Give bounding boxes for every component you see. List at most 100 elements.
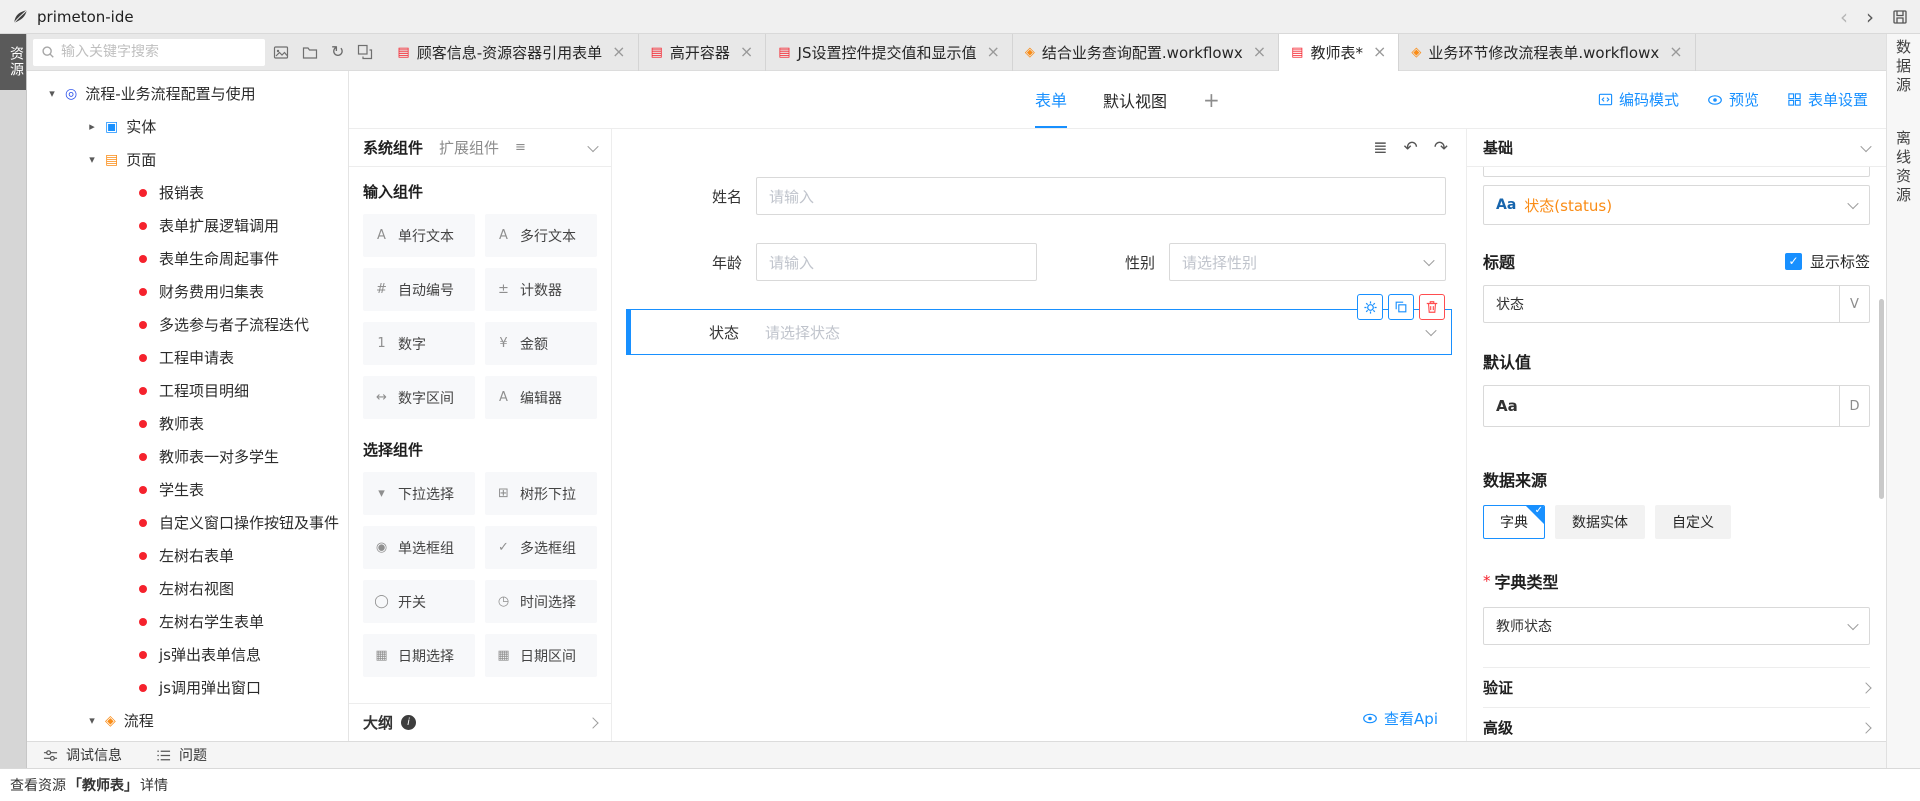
file-tab[interactable]: ◈ 业务环节修改流程表单.workflowx × <box>1399 34 1695 71</box>
palette-item-multi-line-text[interactable]: A多行文本 <box>485 214 597 257</box>
outline-section[interactable]: 大纲 i <box>349 703 611 741</box>
tree-item[interactable]: 左树右学生表单 <box>27 605 348 638</box>
save-icon[interactable] <box>1892 9 1908 25</box>
tree-item[interactable]: 教师表一对多学生 <box>27 440 348 473</box>
caret-right-icon[interactable]: ▸ <box>85 120 99 133</box>
dock-tab-resources[interactable]: 资源 <box>0 34 26 90</box>
file-tab[interactable]: ▤ 高开容器 × <box>639 34 767 71</box>
tree-item[interactable]: 表单生命周起事件 <box>27 242 348 275</box>
caret-down-icon[interactable]: ▾ <box>85 153 99 166</box>
file-tab-active[interactable]: ▤ 教师表* × <box>1279 34 1399 71</box>
palette-tab-system[interactable]: 系统组件 <box>363 137 423 158</box>
form-settings-button[interactable]: 表单设置 <box>1787 89 1868 110</box>
tree-item[interactable]: 多选参与者子流程迭代 <box>27 308 348 341</box>
palette-item-number[interactable]: 1数字 <box>363 322 475 365</box>
palette-item-time-picker[interactable]: ◷时间选择 <box>485 580 597 623</box>
datasource-entity-button[interactable]: 数据实体 <box>1555 505 1645 539</box>
gender-select-widget[interactable]: 请选择性别 <box>1169 243 1446 281</box>
view-api-link[interactable]: 查看Api <box>1362 708 1438 729</box>
palette-item-dropdown[interactable]: ▾下拉选择 <box>363 472 475 515</box>
palette-item-date-range[interactable]: ▦日期区间 <box>485 634 597 677</box>
tab-default-view[interactable]: 默认视图 <box>1103 71 1167 128</box>
redo-icon[interactable]: ↷ <box>1434 138 1448 158</box>
tree-group-pages[interactable]: ▾ ▤ 页面 <box>27 143 348 176</box>
tree-item[interactable]: 教师表 <box>27 407 348 440</box>
file-tab[interactable]: ◈ 结合业务查询配置.workflowx × <box>1013 34 1279 71</box>
close-icon[interactable]: × <box>987 44 1000 60</box>
tree-item[interactable]: 表单扩展逻辑调用 <box>27 209 348 242</box>
dock-tab-datasource[interactable]: 数据源 <box>1893 39 1914 96</box>
undo-icon[interactable]: ↶ <box>1404 138 1418 158</box>
tab-form[interactable]: 表单 <box>1035 71 1067 128</box>
widget-copy-button[interactable] <box>1388 294 1414 320</box>
advanced-section-header[interactable]: 高级 <box>1483 707 1870 741</box>
search-input[interactable] <box>61 44 257 60</box>
tree-item[interactable]: 学生表 <box>27 473 348 506</box>
file-tab[interactable]: ▤ 顾客信息-资源容器引用表单 × <box>385 34 638 71</box>
variable-bind-button[interactable]: V <box>1839 286 1869 322</box>
basic-section-header[interactable]: 基础 <box>1467 129 1886 167</box>
tree-item[interactable]: 工程项目明细 <box>27 374 348 407</box>
close-icon[interactable]: × <box>1253 44 1266 60</box>
datasource-dict-button[interactable]: 字典 ✓ <box>1483 505 1545 539</box>
nav-forward-icon[interactable]: › <box>1866 7 1874 27</box>
tree-item[interactable]: 财务费用归集表 <box>27 275 348 308</box>
tree-item[interactable]: js弹出表单信息 <box>27 638 348 671</box>
palette-item-switch[interactable]: ◯开关 <box>363 580 475 623</box>
datasource-custom-button[interactable]: 自定义 <box>1655 505 1731 539</box>
tree-item[interactable]: 左树右表单 <box>27 539 348 572</box>
selected-status-widget[interactable]: 状态 请选择状态 <box>626 309 1452 355</box>
scrollbar-thumb[interactable] <box>1879 299 1884 499</box>
code-mode-button[interactable]: 编码模式 <box>1598 89 1679 110</box>
tree-item[interactable]: 工程申请表 <box>27 341 348 374</box>
add-view-button[interactable]: + <box>1203 71 1220 128</box>
close-icon[interactable]: × <box>612 44 625 60</box>
field-selector[interactable]: Aa 状态(status) <box>1483 185 1870 225</box>
tree-root[interactable]: ▾ ◎ 流程-业务流程配置与使用 <box>27 77 348 110</box>
collapse-panels-icon[interactable] <box>357 44 373 60</box>
palette-item-date-picker[interactable]: ▦日期选择 <box>363 634 475 677</box>
palette-menu-icon[interactable]: ≡ <box>515 140 526 155</box>
palette-item-editor[interactable]: A编辑器 <box>485 376 597 419</box>
palette-item-auto-number[interactable]: #自动编号 <box>363 268 475 311</box>
nav-back-icon[interactable]: ‹ <box>1840 7 1848 27</box>
palette-item-radio-group[interactable]: ◉单选框组 <box>363 526 475 569</box>
widget-delete-button[interactable] <box>1419 294 1445 320</box>
widget-settings-button[interactable] <box>1357 294 1383 320</box>
palette-tab-extend[interactable]: 扩展组件 <box>439 137 499 158</box>
tree-group-entity[interactable]: ▸ ▣ 实体 <box>27 110 348 143</box>
title-input[interactable]: 状态 V <box>1483 285 1870 323</box>
close-icon[interactable]: × <box>740 44 753 60</box>
dock-tab-offline-resources[interactable]: 离线资源 <box>1893 130 1914 206</box>
new-folder-icon[interactable] <box>302 45 318 60</box>
close-icon[interactable]: × <box>1373 44 1386 60</box>
caret-down-icon[interactable]: ▾ <box>45 87 59 100</box>
palette-item-number-range[interactable]: ↔数字区间 <box>363 376 475 419</box>
palette-item-amount[interactable]: ¥金额 <box>485 322 597 365</box>
palette-item-tree-select[interactable]: ⊞树形下拉 <box>485 472 597 515</box>
show-label-checkbox[interactable]: ✓ <box>1785 253 1802 270</box>
resource-search[interactable] <box>33 39 265 66</box>
debug-info-tab[interactable]: 调试信息 <box>43 745 122 765</box>
problems-tab[interactable]: 问题 <box>156 745 207 765</box>
preview-button[interactable]: 预览 <box>1707 89 1759 110</box>
sort-fields-icon[interactable]: ≣ <box>1373 138 1387 158</box>
caret-down-icon[interactable]: ▾ <box>85 714 99 727</box>
dict-type-select[interactable]: 教师状态 <box>1483 607 1870 645</box>
age-input-widget[interactable]: 请输入 <box>756 243 1037 281</box>
collapse-palette-icon[interactable] <box>587 140 598 151</box>
status-select-widget[interactable]: 请选择状态 <box>753 313 1451 351</box>
dynamic-bind-button[interactable]: D <box>1839 386 1869 426</box>
import-resource-icon[interactable] <box>273 45 289 60</box>
close-icon[interactable]: × <box>1669 44 1682 60</box>
tree-item[interactable]: 报销表 <box>27 176 348 209</box>
palette-item-counter[interactable]: ±计数器 <box>485 268 597 311</box>
palette-item-single-line-text[interactable]: A单行文本 <box>363 214 475 257</box>
tree-item[interactable]: 自定义窗口操作按钮及事件 <box>27 506 348 539</box>
tree-item[interactable]: 左树右视图 <box>27 572 348 605</box>
validation-section-header[interactable]: 验证 <box>1483 667 1870 707</box>
field-row-name[interactable]: 姓名 请输入 <box>626 177 1446 215</box>
default-value-input[interactable]: Aa D <box>1483 385 1870 427</box>
palette-item-checkbox-group[interactable]: ✓多选框组 <box>485 526 597 569</box>
tree-item[interactable]: js调用弹出窗口 <box>27 671 348 704</box>
